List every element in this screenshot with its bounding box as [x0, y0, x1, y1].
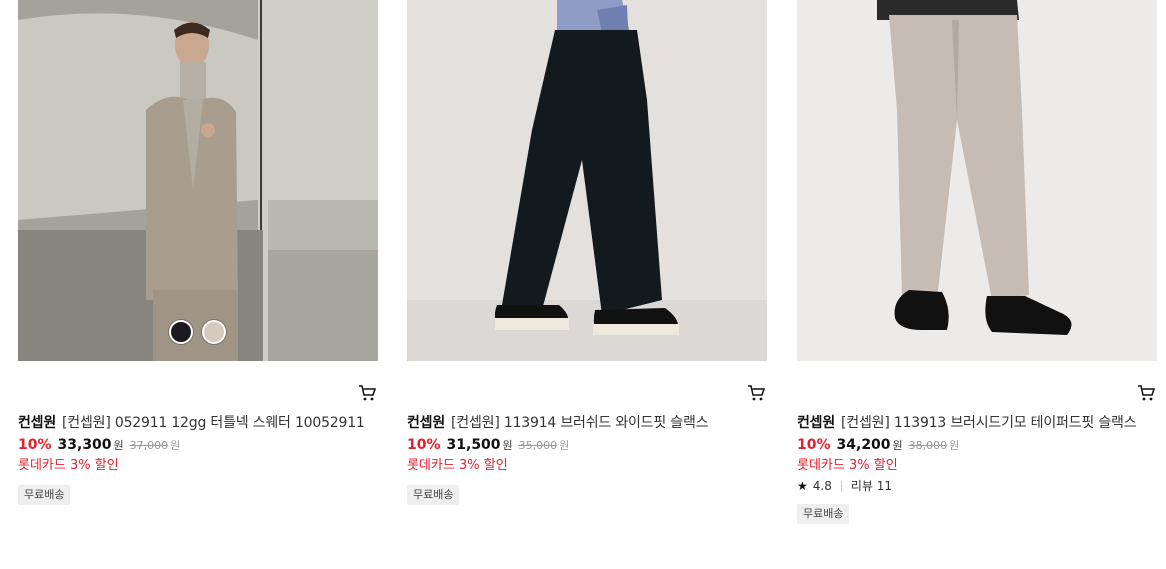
price-row: 10% 34,200 원 38,000 원	[797, 435, 1157, 456]
product-title[interactable]: 컨셉원 [컨셉원] 113914 브러쉬드 와이드핏 슬랙스	[407, 412, 767, 434]
product-image[interactable]	[797, 0, 1157, 361]
color-swatch-beige[interactable]	[202, 320, 226, 344]
original-price-unit: 원	[170, 439, 181, 452]
review-count[interactable]: 리뷰 11	[851, 478, 892, 494]
sale-price: 34,200	[836, 437, 891, 453]
product-title[interactable]: 컨셉원 [컨셉원] 052911 12gg 터틀넥 스웨터 10052911	[18, 412, 378, 434]
sale-price: 33,300	[57, 437, 112, 453]
price-unit: 원	[892, 439, 903, 452]
card-discount: 롯데카드 3% 할인	[797, 458, 898, 473]
price-unit: 원	[113, 439, 124, 452]
star-icon: ★	[797, 479, 808, 493]
product-photo-sweater	[18, 0, 378, 361]
sale-price: 31,500	[446, 437, 501, 453]
original-price: 37,000	[129, 439, 169, 452]
card-discount: 롯데카드 3% 할인	[18, 458, 119, 473]
product-info: 컨셉원 [컨셉원] 113914 브러쉬드 와이드핏 슬랙스 10% 31,500…	[407, 412, 767, 505]
brand-name: 컨셉원	[407, 415, 446, 431]
rating-value: 4.8	[812, 479, 832, 493]
cart-icon[interactable]	[747, 384, 766, 402]
brand-name: 컨셉원	[18, 415, 57, 431]
free-shipping-badge: 무료배송	[797, 504, 850, 524]
original-price-unit: 원	[559, 439, 570, 452]
discount-rate: 10%	[18, 437, 52, 453]
product-image[interactable]	[18, 0, 378, 361]
product-name: [컨셉원] 113913 브러시드기모 테이퍼드핏 슬랙스	[841, 415, 1137, 431]
rating-row: ★ 4.8 리뷰 11	[797, 478, 1157, 494]
free-shipping-badge: 무료배송	[18, 485, 71, 505]
product-name: [컨셉원] 113914 브러쉬드 와이드핏 슬랙스	[451, 415, 709, 431]
original-price: 38,000	[908, 439, 948, 452]
free-shipping-badge: 무료배송	[407, 485, 460, 505]
card-discount: 롯데카드 3% 할인	[407, 458, 508, 473]
product-photo-tapered-slacks	[797, 0, 1157, 361]
product-image[interactable]	[407, 0, 767, 361]
product-info: 컨셉원 [컨셉원] 052911 12gg 터틀넥 스웨터 10052911 10…	[18, 412, 378, 505]
product-card[interactable]: 컨셉원 [컨셉원] 052911 12gg 터틀넥 스웨터 10052911 10…	[18, 0, 378, 505]
divider	[840, 480, 842, 492]
brand-name: 컨셉원	[797, 415, 836, 431]
color-swatches	[169, 320, 226, 344]
price-row: 10% 31,500 원 35,000 원	[407, 435, 767, 456]
original-price-unit: 원	[949, 439, 960, 452]
product-card[interactable]: 컨셉원 [컨셉원] 113913 브러시드기모 테이퍼드핏 슬랙스 10% 34,…	[797, 0, 1157, 524]
discount-rate: 10%	[407, 437, 441, 453]
price-unit: 원	[502, 439, 513, 452]
color-swatch-black[interactable]	[169, 320, 193, 344]
product-photo-wide-slacks	[407, 0, 767, 361]
price-row: 10% 33,300 원 37,000 원	[18, 435, 378, 456]
product-name: [컨셉원] 052911 12gg 터틀넥 스웨터 10052911	[62, 415, 365, 431]
product-title[interactable]: 컨셉원 [컨셉원] 113913 브러시드기모 테이퍼드핏 슬랙스	[797, 412, 1157, 434]
product-info: 컨셉원 [컨셉원] 113913 브러시드기모 테이퍼드핏 슬랙스 10% 34,…	[797, 412, 1157, 524]
product-card[interactable]: 컨셉원 [컨셉원] 113914 브러쉬드 와이드핏 슬랙스 10% 31,500…	[407, 0, 767, 505]
discount-rate: 10%	[797, 437, 831, 453]
cart-icon[interactable]	[1137, 384, 1156, 402]
original-price: 35,000	[518, 439, 558, 452]
cart-icon[interactable]	[358, 384, 377, 402]
